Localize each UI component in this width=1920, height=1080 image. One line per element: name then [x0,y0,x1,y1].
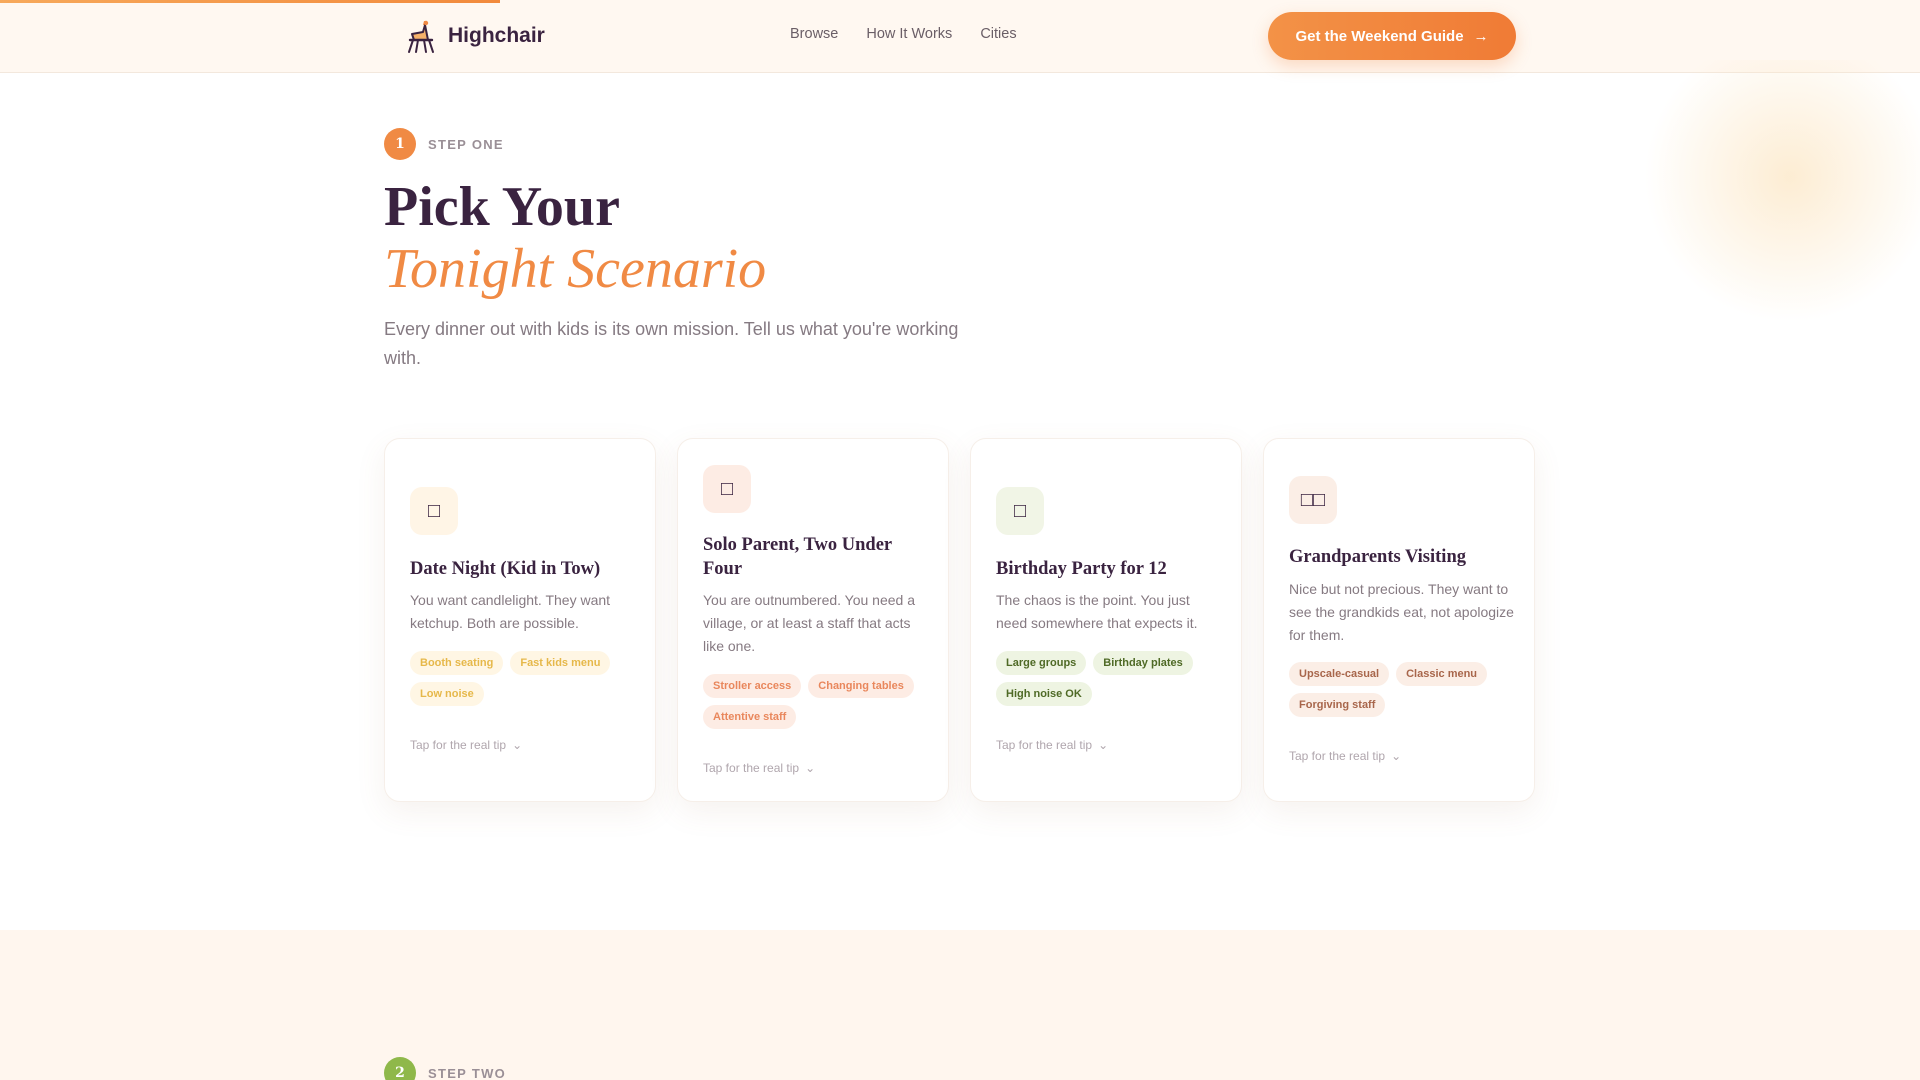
brand-logo[interactable]: Highchair [404,18,545,54]
tag: Fast kids menu [510,651,611,675]
step-two-indicator: 2 STEP TWO [384,1057,506,1080]
balloon-icon: □ [996,487,1044,535]
arrow-right-icon: → [1473,27,1489,45]
card-title: Birthday Party for 12 [996,559,1167,579]
tip-label: Tap for the real tip [1289,749,1386,763]
card-tags: Booth seating Fast kids menu Low noise [410,651,640,706]
weekend-guide-label: Get the Weekend Guide [1295,27,1464,45]
grandparents-icon: □□ [1289,476,1337,524]
step-one-indicator: 1 STEP ONE [384,128,504,160]
card-tags: Stroller access Changing tables Attentiv… [703,674,933,729]
site-header: Highchair Browse How It Works Cities Get… [0,0,1920,73]
card-description: You are outnumbered. You need a village,… [703,592,916,654]
scenario-card-grandparents[interactable]: □□ Grandparents Visiting Nice but not pr… [1263,438,1535,802]
step-two-section [0,930,1920,1080]
card-description: You want candlelight. They want ketchup.… [410,592,611,631]
card-tags: Upscale-casual Classic menu Forgiving st… [1289,662,1519,717]
main-nav: Browse How It Works Cities [790,26,1017,42]
tag: Classic menu [1396,662,1488,686]
tag: Upscale-casual [1289,662,1390,686]
tag: Attentive staff [703,705,797,729]
card-description: The chaos is the point. You just need so… [996,592,1198,631]
card-title: Solo Parent, Two Under Four [703,535,892,579]
chevron-down-icon: ⌄ [1098,738,1109,752]
scenario-card-date-night[interactable]: □ Date Night (Kid in Tow) You want candl… [384,438,656,802]
nav-browse[interactable]: Browse [790,26,838,42]
step-two-label: STEP TWO [428,1065,507,1080]
chevron-down-icon: ⌄ [1391,749,1402,763]
weekend-guide-button[interactable]: Get the Weekend Guide → [1268,12,1516,60]
card-tags: Large groups Birthday plates High noise … [996,651,1226,706]
chevron-down-icon: ⌄ [512,738,523,752]
page-title-line1: Pick Your [384,176,620,238]
step-one-label: STEP ONE [428,136,504,152]
real-tip-toggle[interactable]: Tap for the real tip ⌄ [410,738,522,752]
candle-icon: □ [410,487,458,535]
tag: Large groups [996,651,1087,675]
tag: High noise OK [996,682,1092,706]
page-title-line2: Tonight Scenario [384,238,767,300]
card-description: Nice but not precious. They want to see … [1289,581,1514,643]
step-two-number: 2 [384,1057,416,1080]
real-tip-toggle[interactable]: Tap for the real tip ⌄ [703,761,815,775]
tag: Low noise [410,682,484,706]
scroll-progress-bar [0,0,500,3]
real-tip-toggle[interactable]: Tap for the real tip ⌄ [996,738,1108,752]
tip-label: Tap for the real tip [703,761,800,775]
tag: Booth seating [410,651,504,675]
highchair-logo-icon [408,20,434,53]
tag: Stroller access [703,674,802,698]
nav-cities[interactable]: Cities [980,26,1016,42]
scenario-card-birthday-party[interactable]: □ Birthday Party for 12 The chaos is the… [970,438,1242,802]
page-lede: Every dinner out with kids is its own mi… [384,319,959,368]
chevron-down-icon: ⌄ [805,761,816,775]
stroller-icon: □ [703,465,751,513]
nav-how-it-works[interactable]: How It Works [866,26,952,42]
card-title: Grandparents Visiting [1289,547,1466,567]
scenario-card-solo-parent[interactable]: □ Solo Parent, Two Under Four You are ou… [677,438,949,802]
real-tip-toggle[interactable]: Tap for the real tip ⌄ [1289,749,1401,763]
decorative-glow [1640,60,1920,320]
tag: Changing tables [808,674,914,698]
tag: Forgiving staff [1289,693,1386,717]
brand-name: Highchair [448,24,545,47]
tag: Birthday plates [1093,651,1193,675]
tip-label: Tap for the real tip [996,738,1093,752]
tip-label: Tap for the real tip [410,738,507,752]
card-title: Date Night (Kid in Tow) [410,559,601,579]
step-one-number: 1 [384,128,416,160]
